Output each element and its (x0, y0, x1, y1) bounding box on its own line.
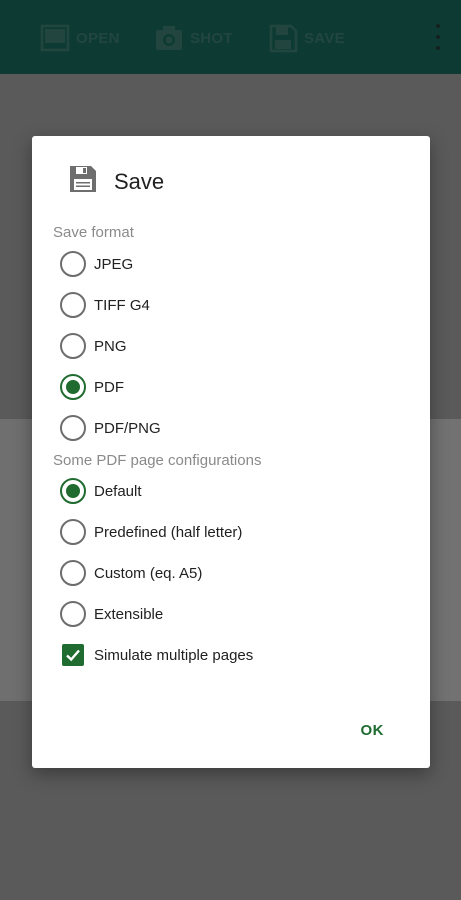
pdf-config-predefined[interactable]: Predefined (half letter) (60, 518, 242, 546)
format-option-jpeg[interactable]: JPEG (60, 250, 133, 278)
format-option-label: PNG (94, 337, 127, 355)
image-icon (40, 24, 70, 52)
shot-button[interactable]: SHOT (154, 22, 233, 54)
radio-checked[interactable] (60, 374, 86, 400)
dialog-header: Save (68, 164, 164, 199)
radio-unchecked[interactable] (60, 251, 86, 277)
radio-checked[interactable] (60, 478, 86, 504)
floppy-disk-icon (68, 164, 98, 199)
document-page-left-edge (0, 419, 34, 701)
save-dialog: Save Save format JPEG TIFF G4 PNG PDF PD… (32, 136, 430, 768)
pdf-config-label: Some PDF page configurations (53, 452, 262, 469)
radio-unchecked[interactable] (60, 292, 86, 318)
more-vert-icon[interactable] (433, 24, 443, 50)
pdf-config-option-label: Extensible (94, 605, 164, 623)
open-label: OPEN (76, 29, 120, 47)
simulate-multiple-pages-checkbox[interactable] (62, 644, 84, 666)
pdf-config-option-label: Custom (eq. A5) (94, 564, 203, 582)
checkmark-icon (66, 649, 80, 662)
format-option-pdf[interactable]: PDF (60, 373, 124, 401)
pdf-config-default[interactable]: Default (60, 477, 142, 505)
format-option-label: TIFF G4 (94, 296, 150, 314)
format-option-label: PDF/PNG (94, 419, 161, 437)
shot-label: SHOT (190, 29, 233, 47)
pdf-config-extensible[interactable]: Extensible (60, 600, 163, 628)
save-format-label: Save format (53, 224, 134, 241)
simulate-multiple-pages-option[interactable]: Simulate multiple pages (60, 641, 253, 669)
format-option-label: JPEG (94, 255, 134, 273)
radio-unchecked[interactable] (60, 333, 86, 359)
save-label: SAVE (304, 29, 345, 47)
format-option-pdf-png[interactable]: PDF/PNG (60, 414, 161, 442)
format-option-tiff-g4[interactable]: TIFF G4 (60, 291, 150, 319)
document-page-right-edge (429, 419, 461, 701)
pdf-config-option-label: Predefined (half letter) (94, 523, 243, 541)
camera-icon (154, 24, 184, 52)
simulate-multiple-pages-label: Simulate multiple pages (94, 646, 254, 664)
pdf-config-custom[interactable]: Custom (eq. A5) (60, 559, 202, 587)
pdf-config-option-label: Default (94, 482, 142, 500)
ok-button[interactable]: OK (361, 722, 385, 739)
open-button[interactable]: OPEN (40, 22, 120, 54)
radio-unchecked[interactable] (60, 560, 86, 586)
dialog-title: Save (114, 168, 165, 194)
radio-unchecked[interactable] (60, 519, 86, 545)
format-option-png[interactable]: PNG (60, 332, 127, 360)
floppy-disk-icon (268, 23, 298, 53)
radio-unchecked[interactable] (60, 415, 86, 441)
format-option-label: PDF (94, 378, 124, 396)
app-toolbar: OPEN SHOT SAVE (0, 0, 461, 74)
radio-unchecked[interactable] (60, 601, 86, 627)
save-toolbar-button[interactable]: SAVE (268, 22, 345, 54)
